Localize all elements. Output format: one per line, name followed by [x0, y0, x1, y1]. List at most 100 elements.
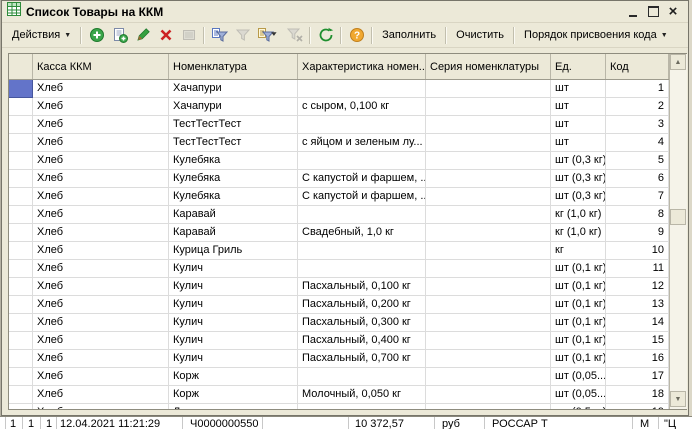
- cell-characteristic[interactable]: [298, 116, 426, 134]
- help-icon[interactable]: ?: [345, 24, 368, 46]
- cell-unit[interactable]: шт (0,3 кг): [551, 170, 606, 188]
- column-header-characteristic[interactable]: Характеристика номен..: [298, 54, 426, 79]
- cell-series[interactable]: [426, 404, 551, 409]
- cell-series[interactable]: [426, 98, 551, 116]
- row-marker-cell[interactable]: [9, 260, 33, 278]
- cell-unit[interactable]: шт (0,3 кг): [551, 188, 606, 206]
- row-marker-cell[interactable]: [9, 314, 33, 332]
- cell-series[interactable]: [426, 350, 551, 368]
- cell-code[interactable]: 17: [606, 368, 669, 386]
- cell-nomenclature[interactable]: Кулич: [169, 350, 298, 368]
- add-copy-icon[interactable]: [108, 24, 131, 46]
- cell-code[interactable]: 14: [606, 314, 669, 332]
- cell-kassa_kkm[interactable]: Хлеб: [33, 116, 169, 134]
- row-marker-cell[interactable]: [9, 170, 33, 188]
- maximize-button[interactable]: [643, 4, 663, 20]
- cell-unit[interactable]: шт (0,1 кг): [551, 296, 606, 314]
- cell-kassa_kkm[interactable]: Хлеб: [33, 188, 169, 206]
- cell-unit[interactable]: шт: [551, 134, 606, 152]
- cell-kassa_kkm[interactable]: Хлеб: [33, 152, 169, 170]
- cell-code[interactable]: 13: [606, 296, 669, 314]
- cell-kassa_kkm[interactable]: Хлеб: [33, 206, 169, 224]
- cell-code[interactable]: 11: [606, 260, 669, 278]
- column-header-kassa_kkm[interactable]: Касса ККМ: [33, 54, 169, 79]
- cell-series[interactable]: [426, 260, 551, 278]
- cell-nomenclature[interactable]: ТестТестТест: [169, 116, 298, 134]
- row-marker-cell[interactable]: [9, 332, 33, 350]
- cell-characteristic[interactable]: Пасхальный, 0,300 кг: [298, 314, 426, 332]
- cell-series[interactable]: [426, 188, 551, 206]
- cell-kassa_kkm[interactable]: Хлеб: [33, 134, 169, 152]
- cell-nomenclature[interactable]: Кулич: [169, 278, 298, 296]
- move-item-icon[interactable]: [177, 24, 200, 46]
- cell-kassa_kkm[interactable]: Хлеб: [33, 278, 169, 296]
- cell-characteristic[interactable]: с яйцом и зеленым лу...: [298, 134, 426, 152]
- cell-series[interactable]: [426, 224, 551, 242]
- minimize-button[interactable]: [623, 4, 643, 20]
- cell-unit[interactable]: шт (0,1 кг): [551, 350, 606, 368]
- cell-characteristic[interactable]: Пасхальный, 0,100 кг: [298, 278, 426, 296]
- cell-nomenclature[interactable]: Хачапури: [169, 98, 298, 116]
- cell-code[interactable]: 4: [606, 134, 669, 152]
- cell-nomenclature[interactable]: Каравай: [169, 206, 298, 224]
- cell-unit[interactable]: шт (0,1 кг): [551, 260, 606, 278]
- row-marker-cell[interactable]: [9, 224, 33, 242]
- cell-nomenclature[interactable]: Корж: [169, 368, 298, 386]
- cell-nomenclature[interactable]: Кулич: [169, 260, 298, 278]
- cell-characteristic[interactable]: [298, 368, 426, 386]
- scrollbar-thumb[interactable]: [670, 209, 686, 225]
- cell-characteristic[interactable]: [298, 152, 426, 170]
- cell-nomenclature[interactable]: Кулич: [169, 332, 298, 350]
- cell-kassa_kkm[interactable]: Хлеб: [33, 224, 169, 242]
- cell-series[interactable]: [426, 386, 551, 404]
- fill-button[interactable]: Заполнить: [376, 26, 442, 44]
- scroll-down-button[interactable]: ▼: [670, 391, 686, 407]
- row-marker-cell[interactable]: [9, 386, 33, 404]
- filter-history-icon[interactable]: [254, 24, 283, 46]
- cell-series[interactable]: [426, 296, 551, 314]
- cell-kassa_kkm[interactable]: Хлеб: [33, 170, 169, 188]
- cell-kassa_kkm[interactable]: Хлеб: [33, 350, 169, 368]
- cell-kassa_kkm[interactable]: Хлеб: [33, 242, 169, 260]
- cell-series[interactable]: [426, 242, 551, 260]
- cell-series[interactable]: [426, 170, 551, 188]
- cell-characteristic[interactable]: [298, 404, 426, 409]
- row-marker-cell[interactable]: [9, 368, 33, 386]
- cell-kassa_kkm[interactable]: Хлеб: [33, 314, 169, 332]
- cell-characteristic[interactable]: Пасхальный, 0,400 кг: [298, 332, 426, 350]
- column-header-marker[interactable]: [9, 54, 33, 79]
- clear-filter-icon[interactable]: [283, 24, 306, 46]
- filter-by-value-icon[interactable]: [231, 24, 254, 46]
- cell-characteristic[interactable]: С капустой и фаршем, ...: [298, 188, 426, 206]
- cell-kassa_kkm[interactable]: Хлеб: [33, 332, 169, 350]
- row-marker-cell[interactable]: [9, 188, 33, 206]
- cell-characteristic[interactable]: [298, 206, 426, 224]
- cell-series[interactable]: [426, 314, 551, 332]
- cell-code[interactable]: 5: [606, 152, 669, 170]
- cell-unit[interactable]: шт: [551, 116, 606, 134]
- code-order-menu-button[interactable]: Порядок присвоения кода ▼: [518, 26, 674, 44]
- cell-code[interactable]: 2: [606, 98, 669, 116]
- row-marker-cell[interactable]: [9, 350, 33, 368]
- cell-code[interactable]: 16: [606, 350, 669, 368]
- row-marker-cell[interactable]: [9, 152, 33, 170]
- cell-code[interactable]: 7: [606, 188, 669, 206]
- cell-unit[interactable]: кг: [551, 242, 606, 260]
- cell-kassa_kkm[interactable]: Хлеб: [33, 260, 169, 278]
- cell-unit[interactable]: шт (0,3 кг): [551, 152, 606, 170]
- cell-kassa_kkm[interactable]: Хлеб: [33, 80, 169, 98]
- cell-nomenclature[interactable]: Кулебяка: [169, 152, 298, 170]
- cell-series[interactable]: [426, 134, 551, 152]
- cell-nomenclature[interactable]: Кулич: [169, 314, 298, 332]
- close-button[interactable]: ×: [663, 4, 683, 20]
- row-marker-cell[interactable]: [9, 206, 33, 224]
- column-header-unit[interactable]: Ед.: [551, 54, 606, 79]
- row-marker-cell[interactable]: [9, 80, 33, 98]
- cell-unit[interactable]: кг (1,0 кг): [551, 224, 606, 242]
- cell-characteristic[interactable]: Пасхальный, 0,200 кг: [298, 296, 426, 314]
- row-marker-cell[interactable]: [9, 134, 33, 152]
- clear-button[interactable]: Очистить: [450, 26, 510, 44]
- cell-kassa_kkm[interactable]: Хлеб: [33, 368, 169, 386]
- cell-series[interactable]: [426, 80, 551, 98]
- cell-unit[interactable]: шт (0,05...: [551, 386, 606, 404]
